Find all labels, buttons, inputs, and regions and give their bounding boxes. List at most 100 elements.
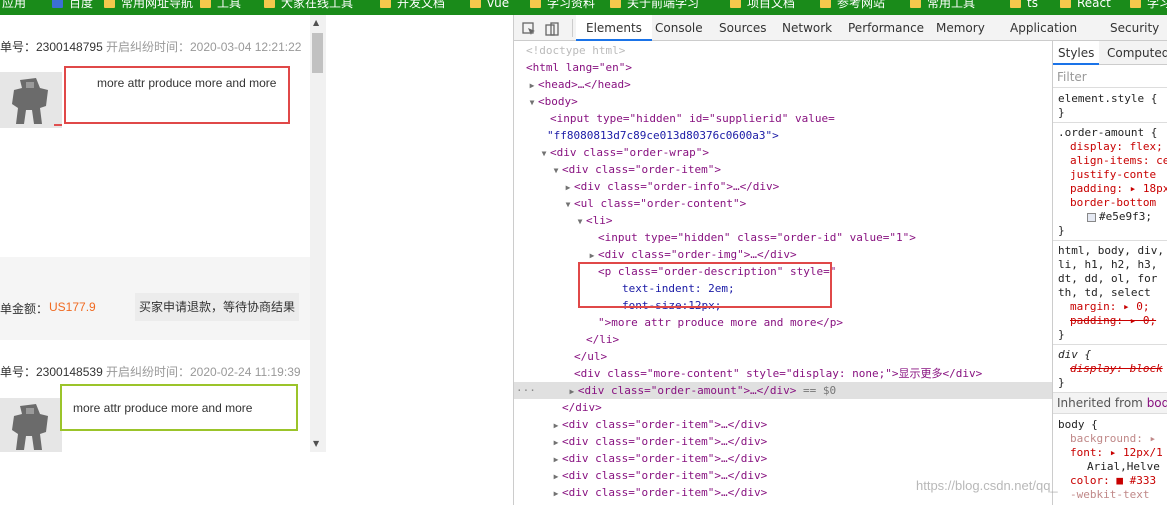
css-property-overridden[interactable]: display: block: [1070, 362, 1167, 376]
css-selector[interactable]: th, td, select: [1058, 286, 1167, 300]
head-node[interactable]: ▶ <head>…</head>: [526, 76, 1052, 93]
dom-node[interactable]: ▼ <ul class="order-content">: [562, 195, 1052, 212]
bookmark-folder[interactable]: 参考网站: [820, 0, 885, 12]
divider: [1053, 240, 1167, 241]
collapse-arrow-icon[interactable]: ▼: [538, 145, 550, 162]
page-scrollbar-thumb[interactable]: [312, 33, 323, 73]
css-selector[interactable]: dt, dd, ol, for: [1058, 272, 1167, 286]
expand-arrow-icon[interactable]: ▶: [550, 417, 562, 434]
css-selector[interactable]: html, body, div,: [1058, 244, 1167, 258]
collapse-arrow-icon[interactable]: ▼: [526, 94, 538, 111]
collapse-arrow-icon[interactable]: ▼: [562, 196, 574, 213]
dom-node[interactable]: </div>: [562, 399, 1052, 416]
css-property[interactable]: border-bottom: [1070, 196, 1167, 210]
css-property[interactable]: margin: ▸ 0;: [1070, 300, 1167, 314]
dom-node[interactable]: </ul>: [574, 348, 1052, 365]
bookmark-apps[interactable]: 应用: [2, 0, 26, 12]
dom-node[interactable]: ▶ <div class="order-info">…</div>: [562, 178, 1052, 195]
dom-node[interactable]: ▶ <div class="order-img">…</div>: [586, 246, 1052, 263]
tab-console[interactable]: Console: [655, 15, 703, 41]
expand-arrow-icon[interactable]: ▶: [562, 179, 574, 196]
dom-node-value[interactable]: "ff8080813d7c89ce013d80376c0600a3">: [547, 127, 1052, 144]
css-property-overridden[interactable]: padding: ▸ 0;: [1070, 314, 1167, 328]
bookmark-folder[interactable]: 大家在线工具: [264, 0, 353, 12]
dom-node[interactable]: <input type="hidden" class="order-id" va…: [598, 229, 1052, 246]
css-property[interactable]: font: ▸ 12px/1: [1070, 446, 1167, 460]
css-property[interactable]: color: ■ #333: [1070, 474, 1167, 488]
dom-node[interactable]: ▼ <li>: [574, 212, 1052, 229]
bookmark-folder[interactable]: 学习: [1130, 0, 1167, 12]
tab-styles[interactable]: Styles: [1053, 41, 1100, 65]
dom-node[interactable]: ▶<div class="order-item">…</div>: [550, 416, 1052, 433]
css-color-value[interactable]: #e5e9f3;: [1087, 210, 1167, 224]
dom-node[interactable]: ▶<div class="order-item">…</div>: [550, 501, 1052, 505]
tab-security[interactable]: Security: [1110, 15, 1159, 41]
inherited-element[interactable]: body: [1147, 396, 1167, 410]
dom-node-selected[interactable]: ··· ▶ <div class="order-amount">…</div> ==…: [514, 382, 1052, 399]
css-property[interactable]: padding: ▸ 18px: [1070, 182, 1167, 196]
collapse-arrow-icon[interactable]: ▼: [550, 162, 562, 179]
bookmark-folder[interactable]: 学习资料: [530, 0, 595, 12]
tab-memory[interactable]: Memory: [936, 15, 985, 41]
device-toggle-icon[interactable]: [545, 21, 559, 36]
css-selector[interactable]: element.style {: [1058, 92, 1167, 106]
expand-arrow-icon[interactable]: ▶: [550, 468, 562, 485]
body-node[interactable]: ▼ <body>: [526, 93, 1052, 110]
tab-application[interactable]: Application: [1010, 15, 1077, 41]
tab-elements[interactable]: Elements: [576, 15, 652, 41]
css-property[interactable]: display: flex;: [1070, 140, 1167, 154]
bookmark-folder[interactable]: 常用网址导航: [104, 0, 193, 12]
tab-sources[interactable]: Sources: [719, 15, 766, 41]
css-property[interactable]: justify-conte: [1070, 168, 1167, 182]
folder-icon: [264, 0, 275, 8]
css-property[interactable]: -webkit-text: [1070, 488, 1167, 502]
bookmark-label: 常用工具: [927, 0, 976, 10]
scroll-up-icon[interactable]: ▲: [313, 19, 319, 27]
highlight-box-red: [64, 66, 290, 124]
expand-arrow-icon[interactable]: ▶: [550, 451, 562, 468]
tab-network[interactable]: Network: [782, 15, 832, 41]
styles-filter-input[interactable]: Filter: [1053, 66, 1167, 88]
color-swatch-icon[interactable]: [1087, 212, 1096, 222]
dom-node[interactable]: ▼ <div class="order-wrap">: [538, 144, 1052, 161]
bookmark-label: 参考网站: [837, 0, 886, 10]
inspect-icon[interactable]: [522, 21, 536, 35]
tab-performance[interactable]: Performance: [848, 15, 924, 41]
bookmark-folder[interactable]: 工具: [200, 0, 241, 12]
css-property[interactable]: align-items: ce: [1070, 154, 1167, 168]
bookmark-folder[interactable]: 关于前端学习: [610, 0, 699, 12]
page-scrollbar[interactable]: [310, 15, 326, 452]
doctype-node[interactable]: <!doctype html>: [526, 42, 1052, 59]
html-node[interactable]: <html lang="en">: [526, 59, 1052, 76]
dom-node[interactable]: <div class="more-content" style="display…: [574, 365, 1052, 382]
expand-arrow-icon[interactable]: ▶: [566, 383, 578, 400]
css-property[interactable]: background: ▸: [1070, 432, 1167, 446]
tab-computed[interactable]: Computed: [1107, 41, 1167, 65]
css-selector[interactable]: .order-amount {: [1058, 126, 1167, 140]
bookmark-folder[interactable]: vue: [470, 0, 509, 12]
css-selector[interactable]: div {: [1058, 348, 1167, 362]
dom-node[interactable]: <input type="hidden" id="supplierid" val…: [550, 110, 1052, 127]
expand-arrow-icon[interactable]: ▶: [550, 434, 562, 451]
bookmark-folder[interactable]: 项目文档: [730, 0, 795, 12]
more-actions-icon[interactable]: ···: [514, 384, 536, 397]
dom-node[interactable]: ▶<div class="order-item">…</div>: [550, 450, 1052, 467]
expand-arrow-icon[interactable]: ▶: [550, 485, 562, 502]
css-selector[interactable]: body {: [1058, 418, 1167, 432]
scroll-down-icon[interactable]: ▼: [313, 440, 319, 448]
highlight-box-green: [60, 384, 298, 431]
bookmark-baidu[interactable]: 百度: [52, 0, 93, 12]
collapse-arrow-icon[interactable]: ▼: [574, 213, 586, 230]
bookmark-folder[interactable]: 开发文档: [380, 0, 445, 12]
css-selector[interactable]: li, h1, h2, h3,: [1058, 258, 1167, 272]
dom-node[interactable]: ">more attr produce more and more</p>: [598, 314, 1052, 331]
bookmark-folder[interactable]: React: [1060, 0, 1111, 12]
bookmark-folder[interactable]: ts: [1010, 0, 1038, 12]
folder-icon: [730, 0, 741, 8]
dom-node[interactable]: ▼ <div class="order-item">: [550, 161, 1052, 178]
node-text: <div class="order-amount">…</div>: [577, 384, 797, 397]
bookmark-folder[interactable]: 常用工具: [910, 0, 975, 12]
expand-arrow-icon[interactable]: ▶: [526, 77, 538, 94]
dom-node[interactable]: ▶<div class="order-item">…</div>: [550, 433, 1052, 450]
dom-node[interactable]: </li>: [586, 331, 1052, 348]
